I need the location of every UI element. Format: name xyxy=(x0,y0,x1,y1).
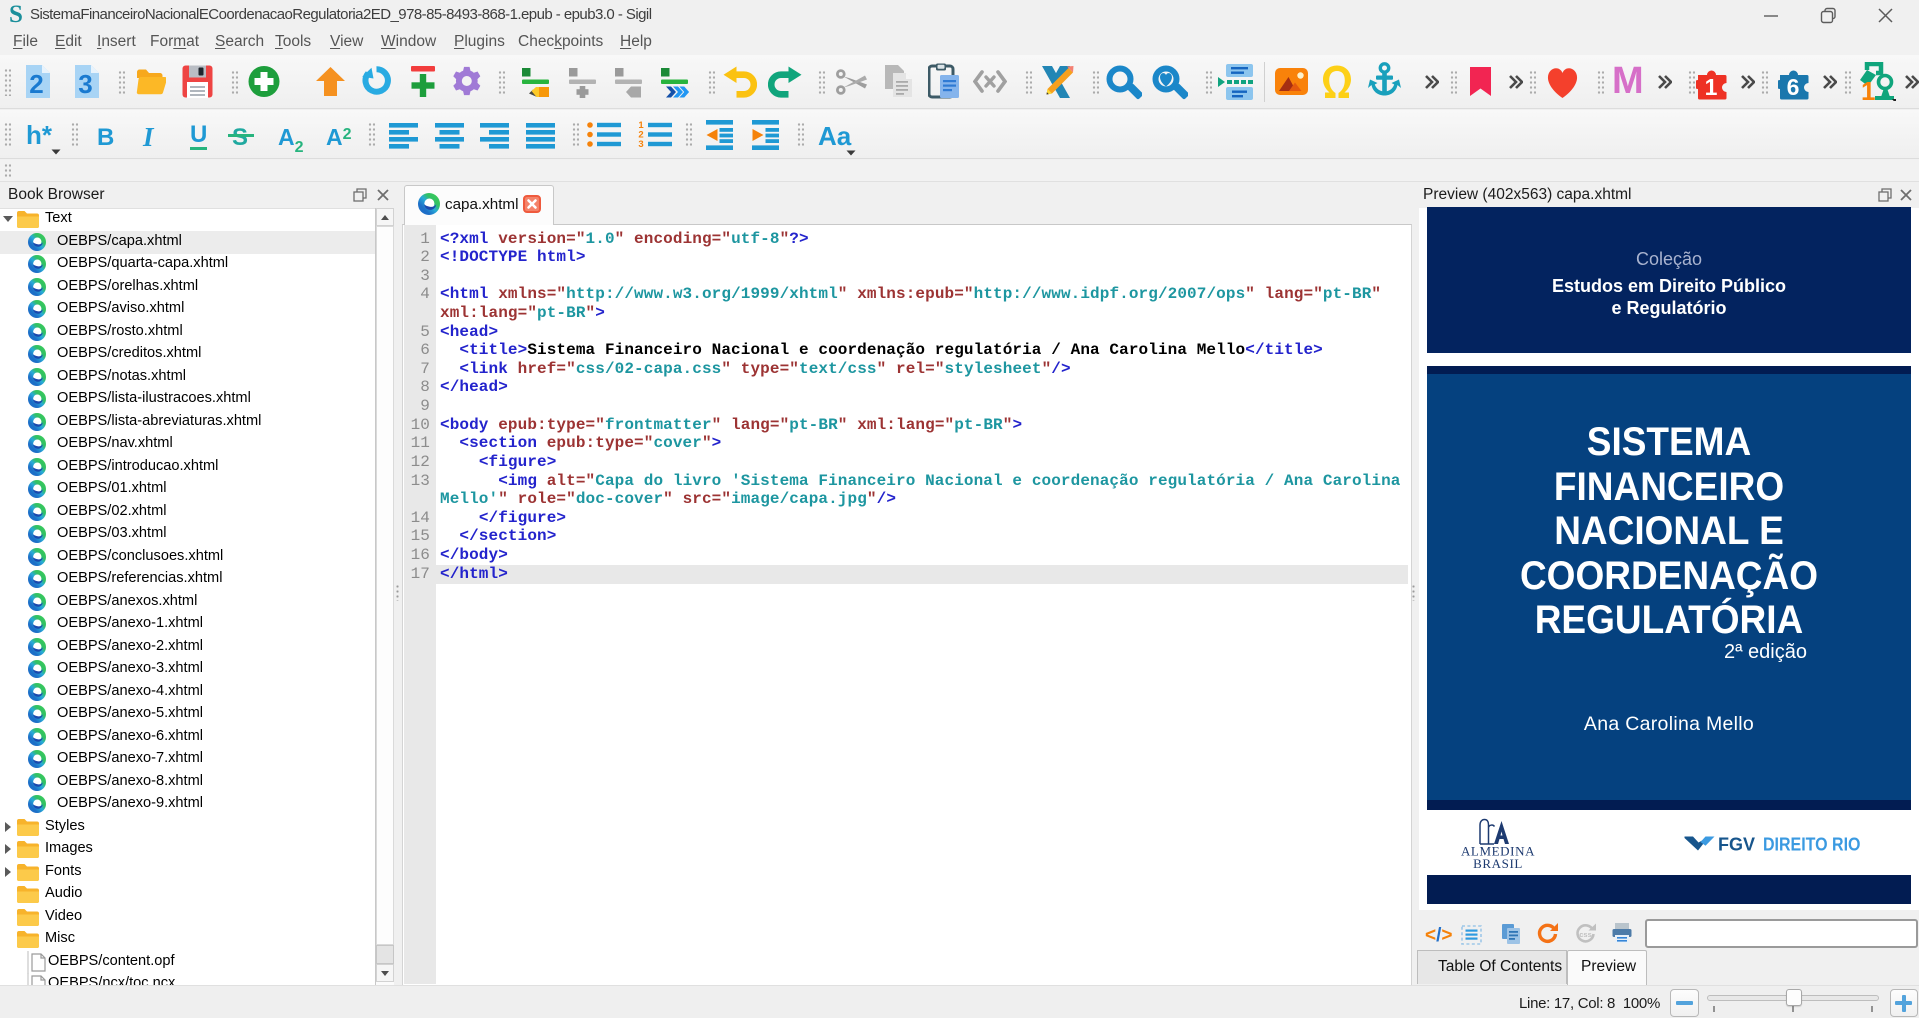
svg-text:1: 1 xyxy=(1861,76,1875,101)
svg-text:6: 6 xyxy=(1787,74,1800,100)
svg-text:3: 3 xyxy=(638,139,643,150)
svg-text:BRASIL: BRASIL xyxy=(1473,856,1523,870)
svg-text:2: 2 xyxy=(29,69,43,99)
svg-text:css: css xyxy=(1579,930,1592,939)
svg-text:1: 1 xyxy=(1705,74,1718,100)
svg-text:3: 3 xyxy=(78,69,92,99)
